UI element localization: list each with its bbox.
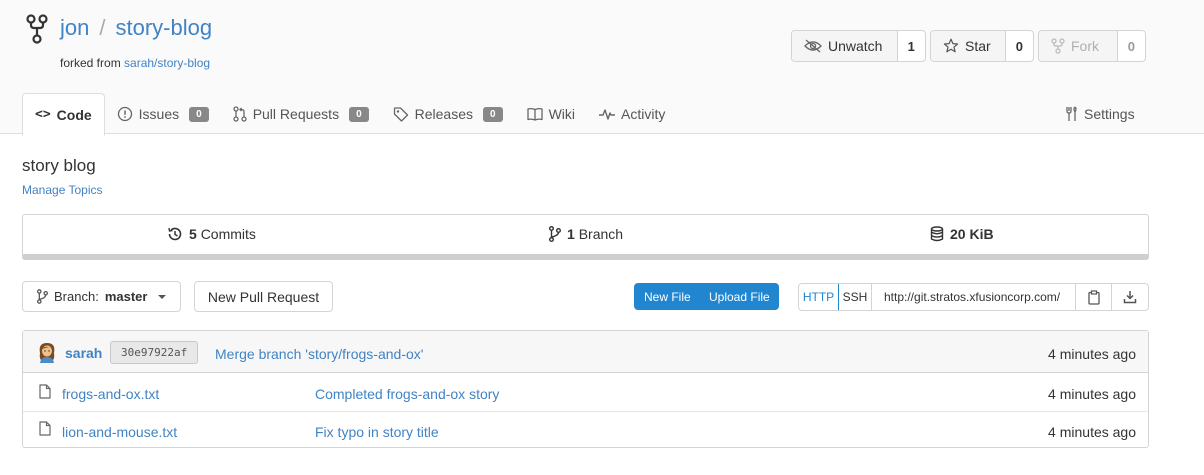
user-avatar[interactable] (36, 341, 58, 363)
commits-label: Commits (200, 226, 256, 242)
watchers-count[interactable]: 1 (898, 31, 925, 61)
unwatch-label: Unwatch (828, 38, 883, 54)
fork-label: Fork (1071, 38, 1099, 54)
repo-size: 20 KiB (950, 226, 994, 242)
history-icon (168, 227, 182, 241)
issue-icon (117, 106, 132, 122)
tab-wiki-label: Wiki (548, 106, 576, 122)
branches-count: 1 (567, 226, 575, 242)
tab-releases-label: Releases (414, 106, 474, 122)
new-file-button[interactable]: New File (634, 290, 699, 304)
commit-message-link[interactable]: Merge branch 'story/frogs-and-ox' (215, 346, 423, 362)
commit-sha-button[interactable]: 30e97922af (110, 341, 199, 364)
current-branch-name: master (104, 289, 148, 304)
repo-name-link[interactable]: story-blog (115, 15, 212, 40)
eye-slash-icon (804, 39, 822, 53)
download-icon (1123, 291, 1137, 304)
star-icon (943, 38, 959, 53)
code-icon: <> (35, 107, 51, 122)
ssh-clone-button[interactable]: SSH (839, 284, 872, 310)
file-icon (39, 421, 51, 436)
tab-pull-requests[interactable]: Pull Requests 0 (221, 93, 381, 135)
forked-from: forked from sarah/story-blog (60, 56, 210, 70)
tab-issues[interactable]: Issues 0 (105, 93, 221, 135)
repo-tabs: <> Code Issues 0 Pull Requests 0 Release… (22, 93, 677, 136)
tab-settings-label: Settings (1084, 106, 1135, 122)
caret-down-icon (158, 294, 167, 299)
tab-issues-label: Issues (138, 106, 180, 122)
issues-count-badge: 0 (189, 106, 209, 122)
tab-releases[interactable]: Releases 0 (381, 93, 515, 135)
fork-repo-icon (26, 14, 48, 44)
clipboard-icon (1087, 289, 1100, 305)
file-commit-time: 4 minutes ago (1048, 386, 1136, 402)
repo-owner-link[interactable]: jon (60, 15, 89, 40)
repo-header: jon / story-blog forked from sarah/story-b… (0, 0, 1204, 136)
file-icon (39, 384, 51, 399)
file-commit-message-link[interactable]: Completed frogs-and-ox story (315, 386, 499, 402)
copy-url-button[interactable] (1076, 284, 1112, 310)
branch-icon (37, 289, 48, 304)
branches-stat[interactable]: 1 Branch (549, 226, 623, 242)
forked-from-label: forked from (60, 56, 125, 70)
fork-button-group: Fork 0 (1038, 30, 1146, 62)
tab-pull-requests-label: Pull Requests (252, 106, 340, 122)
forks-count[interactable]: 0 (1118, 31, 1145, 61)
branches-label: Branch (578, 226, 624, 242)
fork-icon (1051, 38, 1065, 54)
file-name-link[interactable]: lion-and-mouse.txt (62, 424, 177, 440)
pull-requests-count-badge: 0 (349, 106, 369, 122)
repo-title-separator: / (99, 15, 106, 40)
tab-code-label: Code (56, 106, 92, 123)
pull-request-icon (233, 106, 247, 122)
file-list: sarah 30e97922af Merge branch 'story/fro… (22, 330, 1149, 448)
repo-title: jon / story-blog (60, 15, 212, 41)
clone-url-group: HTTP SSH http://git.stratos.xfusioncorp.… (798, 283, 1149, 311)
star-button-group: Star 0 (930, 30, 1034, 62)
tools-icon (1066, 106, 1077, 121)
tab-activity-label: Activity (621, 106, 666, 122)
manage-topics-link[interactable]: Manage Topics (22, 183, 103, 197)
clone-url-field[interactable]: http://git.stratos.xfusioncorp.com/ (872, 284, 1076, 310)
upload-file-button[interactable]: Upload File (699, 290, 779, 304)
pulse-icon (599, 109, 616, 120)
commit-time: 4 minutes ago (1048, 346, 1136, 362)
repo-description: story blog (22, 156, 96, 175)
branch-selector-label: Branch: (54, 289, 99, 304)
file-commit-time: 4 minutes ago (1048, 424, 1136, 440)
tab-activity[interactable]: Activity (587, 93, 677, 135)
branch-icon (549, 226, 561, 242)
tab-settings[interactable]: Settings (1064, 93, 1135, 135)
releases-count-badge: 0 (483, 106, 503, 122)
file-actions-group: New File Upload File (634, 283, 779, 310)
star-button[interactable]: Star (931, 31, 1006, 61)
fork-button[interactable]: Fork (1039, 31, 1118, 61)
repo-stats-bar: 5 Commits 1 Branch 20 KiB (22, 214, 1149, 260)
commits-count: 5 (189, 226, 197, 242)
commit-author-link[interactable]: sarah (65, 345, 102, 361)
tab-wiki[interactable]: Wiki (515, 93, 587, 135)
book-icon (526, 107, 543, 121)
file-name-link[interactable]: frogs-and-ox.txt (62, 386, 159, 402)
forked-from-link[interactable]: sarah/story-blog (124, 56, 210, 70)
file-row: lion-and-mouse.txt Fix typo in story tit… (23, 411, 1148, 448)
branch-selector[interactable]: Branch: master (22, 281, 181, 312)
new-pull-request-button[interactable]: New Pull Request (194, 281, 333, 312)
tag-icon (393, 107, 408, 122)
star-label: Star (965, 38, 991, 54)
unwatch-button[interactable]: Unwatch (792, 31, 898, 61)
tab-code[interactable]: <> Code (22, 93, 105, 136)
size-stat: 20 KiB (930, 226, 994, 242)
file-row: frogs-and-ox.txt Completed frogs-and-ox … (23, 373, 1148, 410)
database-icon (930, 226, 944, 242)
download-button[interactable] (1112, 284, 1148, 310)
http-clone-button[interactable]: HTTP (799, 284, 839, 310)
unwatch-button-group: Unwatch 1 (791, 30, 926, 62)
latest-commit-row: sarah 30e97922af Merge branch 'story/fro… (23, 331, 1148, 373)
commits-stat[interactable]: 5 Commits (167, 226, 256, 242)
file-commit-message-link[interactable]: Fix typo in story title (315, 424, 439, 440)
stars-count[interactable]: 0 (1006, 31, 1033, 61)
